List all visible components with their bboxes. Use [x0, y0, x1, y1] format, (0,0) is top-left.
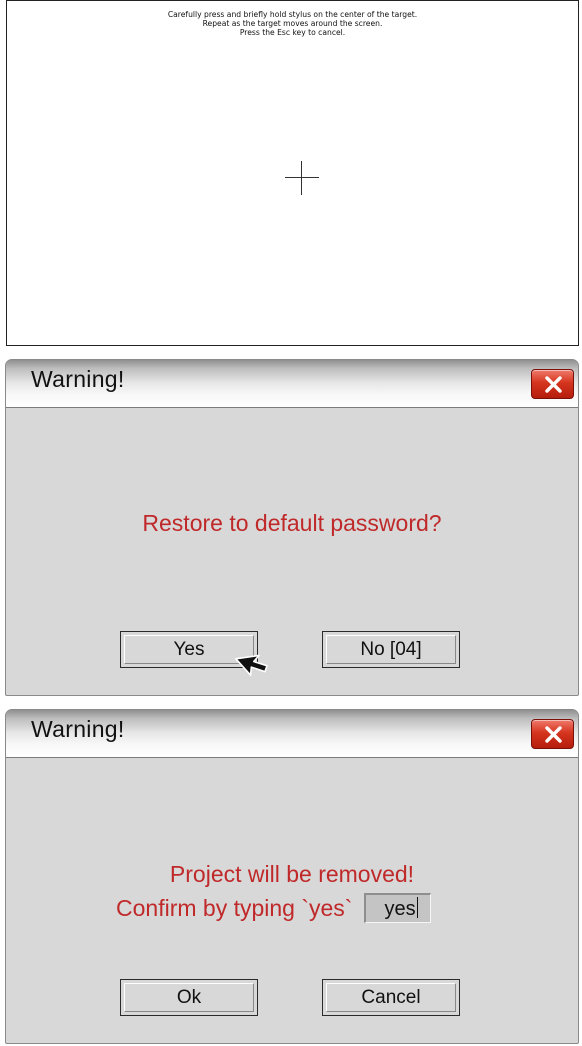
crosshair-target-icon[interactable] — [285, 161, 319, 195]
confirm-row: Confirm by typing `yes` yes — [116, 892, 432, 924]
close-icon — [545, 726, 562, 743]
crosshair-vertical-line — [301, 161, 302, 195]
confirm-input-value: yes — [384, 898, 416, 920]
crosshair-horizontal-line — [285, 177, 319, 178]
dialog-message: Project will be removed! — [169, 861, 415, 887]
instruction-line: Carefully press and briefly hold stylus … — [167, 10, 418, 19]
dialog-titlebar: Warning! — [6, 710, 578, 758]
dialog-title: Warning! — [31, 716, 125, 742]
touch-calibration-screen[interactable]: Carefully press and briefly hold stylus … — [6, 0, 579, 346]
no-button-label: No [04] — [360, 639, 422, 660]
calibration-instructions: Carefully press and briefly hold stylus … — [7, 10, 578, 37]
instruction-line: Press the Esc key to cancel. — [239, 28, 346, 37]
close-icon — [545, 376, 562, 393]
text-caret — [416, 897, 419, 918]
close-button[interactable] — [531, 369, 574, 399]
confirm-label: Confirm by typing `yes` — [116, 895, 353, 921]
dialog-title: Warning! — [31, 366, 125, 392]
cancel-button[interactable]: Cancel — [322, 979, 460, 1016]
remove-project-dialog: Warning! Project will be removed! Confir… — [5, 709, 579, 1044]
mouse-pointer-icon — [235, 654, 268, 676]
close-button[interactable] — [531, 719, 574, 749]
ok-button-label: Ok — [176, 987, 202, 1008]
cancel-button-label: Cancel — [361, 987, 421, 1008]
dialog-message: Restore to default password? — [142, 510, 442, 536]
restore-password-dialog: Warning! Restore to default password? Ye… — [5, 359, 579, 696]
yes-button-label: Yes — [173, 639, 205, 660]
confirm-text-input[interactable]: yes — [364, 893, 432, 923]
no-button[interactable]: No [04] — [322, 631, 460, 668]
instruction-line: Repeat as the target moves around the sc… — [202, 19, 383, 28]
dialog-titlebar: Warning! — [6, 360, 578, 408]
ok-button[interactable]: Ok — [120, 979, 258, 1016]
